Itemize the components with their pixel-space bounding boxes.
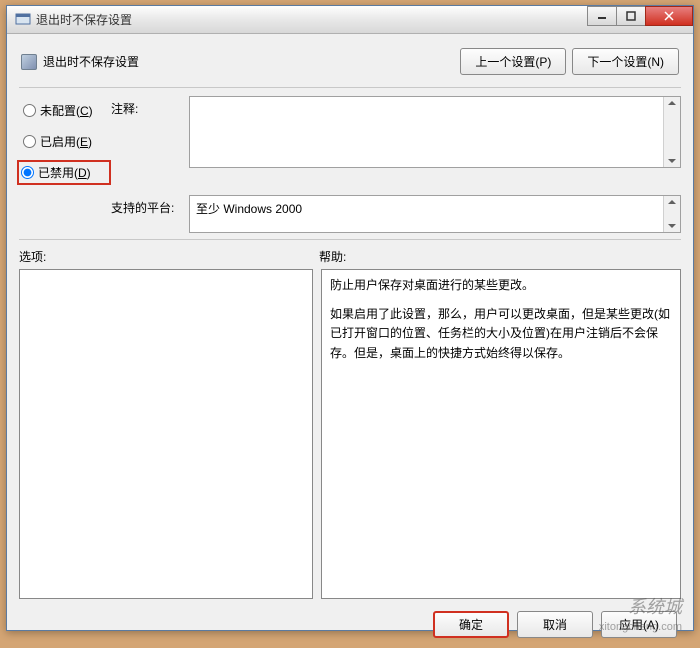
next-setting-button[interactable]: 下一个设置(N)	[572, 48, 679, 75]
policy-icon	[21, 54, 37, 70]
divider	[19, 87, 681, 88]
config-row-platform: 支持的平台: 至少 Windows 2000	[19, 195, 681, 233]
radio-enabled[interactable]: 已启用(E)	[19, 129, 111, 154]
radio-not-configured[interactable]: 未配置(C)	[19, 98, 111, 123]
radio-disabled-label: 已禁用(D)	[38, 164, 91, 181]
window-controls	[588, 6, 693, 26]
cancel-button[interactable]: 取消	[517, 611, 593, 638]
config-row-comment: 未配置(C) 已启用(E) 已禁用(D) 注释:	[19, 96, 681, 191]
help-label: 帮助:	[319, 248, 681, 265]
dialog-content: 退出时不保存设置 上一个设置(P) 下一个设置(N) 未配置(C) 已启用(E)	[7, 34, 693, 648]
titlebar: 退出时不保存设置	[7, 6, 693, 34]
panels-row: 防止用户保存对桌面进行的某些更改。 如果启用了此设置，那么，用户可以更改桌面，但…	[19, 269, 681, 599]
lower-labels: 选项: 帮助:	[19, 248, 681, 265]
policy-title: 退出时不保存设置	[43, 53, 139, 70]
maximize-button[interactable]	[616, 6, 646, 26]
radio-group: 未配置(C) 已启用(E) 已禁用(D)	[19, 96, 111, 191]
options-panel[interactable]	[19, 269, 313, 599]
previous-setting-button[interactable]: 上一个设置(P)	[460, 48, 566, 75]
radio-not-configured-label: 未配置(C)	[40, 102, 93, 119]
help-panel[interactable]: 防止用户保存对桌面进行的某些更改。 如果启用了此设置，那么，用户可以更改桌面，但…	[321, 269, 681, 599]
help-text: 防止用户保存对桌面进行的某些更改。 如果启用了此设置，那么，用户可以更改桌面，但…	[330, 276, 672, 363]
radio-enabled-input[interactable]	[23, 135, 36, 148]
options-label: 选项:	[19, 248, 319, 265]
scrollbar[interactable]	[663, 97, 680, 167]
platform-label: 支持的平台:	[111, 195, 189, 216]
platform-field: 至少 Windows 2000	[189, 195, 681, 233]
minimize-button[interactable]	[587, 6, 617, 26]
close-button[interactable]	[645, 6, 693, 26]
radio-disabled[interactable]: 已禁用(D)	[17, 160, 111, 185]
scrollbar[interactable]	[663, 196, 680, 232]
footer-buttons: 确定 取消 应用(A)	[19, 599, 681, 638]
comment-label: 注释:	[111, 96, 189, 117]
comment-textarea[interactable]	[189, 96, 681, 168]
radio-not-configured-input[interactable]	[23, 104, 36, 117]
divider	[19, 239, 681, 240]
help-paragraph: 防止用户保存对桌面进行的某些更改。	[330, 276, 672, 295]
ok-button[interactable]: 确定	[433, 611, 509, 638]
help-paragraph: 如果启用了此设置，那么，用户可以更改桌面，但是某些更改(如已打开窗口的位置、任务…	[330, 305, 672, 363]
app-icon	[15, 12, 31, 28]
radio-enabled-label: 已启用(E)	[40, 133, 92, 150]
radio-disabled-input[interactable]	[21, 166, 34, 179]
apply-button[interactable]: 应用(A)	[601, 611, 677, 638]
header-row: 退出时不保存设置 上一个设置(P) 下一个设置(N)	[19, 44, 681, 87]
platform-value: 至少 Windows 2000	[196, 202, 302, 216]
dialog-window: 退出时不保存设置 退出时不保存设置 上一个设置(P) 下一个设置(N)	[6, 5, 694, 631]
window-title: 退出时不保存设置	[36, 11, 132, 28]
